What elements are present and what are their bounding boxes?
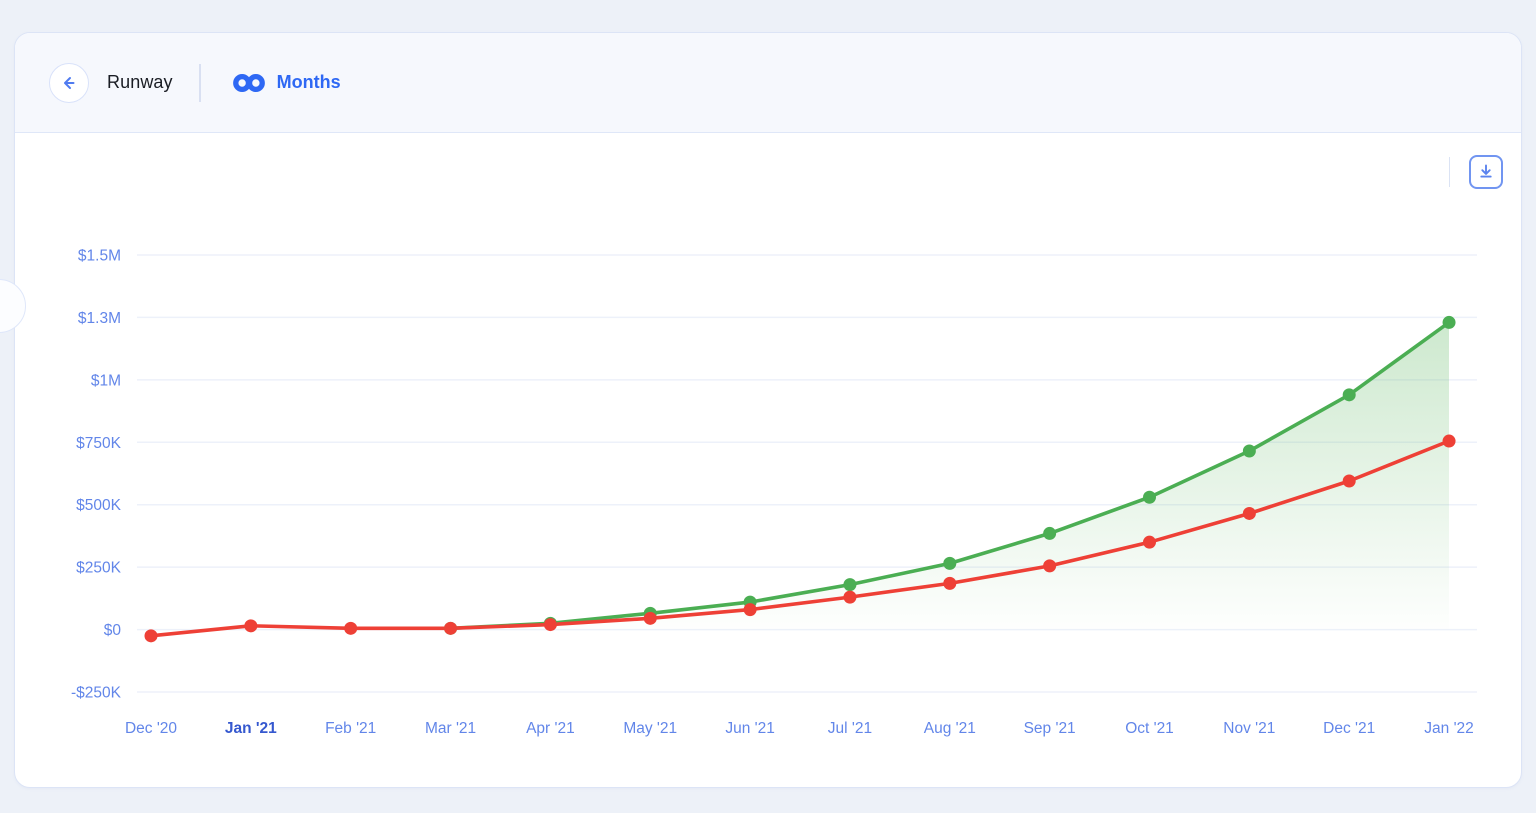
y-axis-tick-label: $0 (104, 622, 122, 639)
page-title: Runway (107, 72, 173, 93)
x-axis-tick-label: Aug '21 (924, 720, 976, 737)
y-axis-tick-label: $1.5M (78, 248, 121, 265)
y-axis-tick-label: $750K (76, 435, 121, 452)
series-green-point[interactable] (843, 578, 856, 591)
x-axis-tick-label: Sep '21 (1024, 720, 1076, 737)
x-axis-tick-label: Apr '21 (526, 720, 575, 737)
series-red-point[interactable] (843, 591, 856, 604)
series-green-point[interactable] (1243, 445, 1256, 458)
x-axis-tick-label: Dec '21 (1323, 720, 1375, 737)
x-axis-tick-label: Oct '21 (1125, 720, 1174, 737)
series-red-point[interactable] (1143, 536, 1156, 549)
x-axis-tick-label: Dec '20 (125, 720, 177, 737)
series-red-point[interactable] (444, 622, 457, 635)
x-axis-tick-label: Jan '22 (1424, 720, 1474, 737)
back-button[interactable] (49, 63, 89, 103)
chart-body: $1.5M $1.3M $1M $750K $500K $250K $0 -$250K Dec … (15, 133, 1521, 787)
months-label: Months (277, 72, 341, 93)
y-axis-tick-label: $1.3M (78, 310, 121, 327)
series-red-point[interactable] (1443, 435, 1456, 448)
runway-card: Runway Months $1.5M $1.3M $1M $750K $500K $25… (14, 32, 1522, 788)
series-red-point[interactable] (1243, 507, 1256, 520)
runway-chart[interactable]: $1.5M $1.3M $1M $750K $500K $250K $0 -$250K Dec … (15, 133, 1521, 787)
series-red-point[interactable] (544, 618, 557, 631)
series-red-point[interactable] (1043, 559, 1056, 572)
series-green-point[interactable] (1443, 316, 1456, 329)
arrow-left-icon (59, 73, 79, 93)
months-toggle[interactable]: Months (231, 72, 341, 94)
series-green-point[interactable] (1343, 388, 1356, 401)
y-axis-tick-label: $1M (91, 372, 121, 389)
header-divider (199, 64, 201, 102)
series-red-point[interactable] (1343, 474, 1356, 487)
y-axis-tick-label: $250K (76, 560, 121, 577)
y-axis-tick-label: -$250K (71, 685, 122, 702)
card-header: Runway Months (15, 33, 1521, 133)
series-green-point[interactable] (943, 557, 956, 570)
x-axis-tick-label: Jul '21 (828, 720, 872, 737)
series-red-point[interactable] (744, 603, 757, 616)
x-axis-tick-label: Jan '21 (225, 720, 277, 737)
series-red-point[interactable] (943, 577, 956, 590)
series-green-point[interactable] (1143, 491, 1156, 504)
x-axis-tick-label: Feb '21 (325, 720, 376, 737)
x-axis-tick-label: May '21 (623, 720, 677, 737)
y-axis-tick-label: $500K (76, 497, 121, 514)
x-axis-tick-label: Jun '21 (725, 720, 775, 737)
x-axis-tick-label: Mar '21 (425, 720, 476, 737)
series-red-point[interactable] (344, 622, 357, 635)
series-green-point[interactable] (1043, 527, 1056, 540)
series-red-point[interactable] (644, 612, 657, 625)
infinity-icon (231, 72, 267, 94)
series-red-point[interactable] (145, 629, 158, 642)
x-axis-tick-label: Nov '21 (1223, 720, 1275, 737)
series-red-point[interactable] (244, 619, 257, 632)
